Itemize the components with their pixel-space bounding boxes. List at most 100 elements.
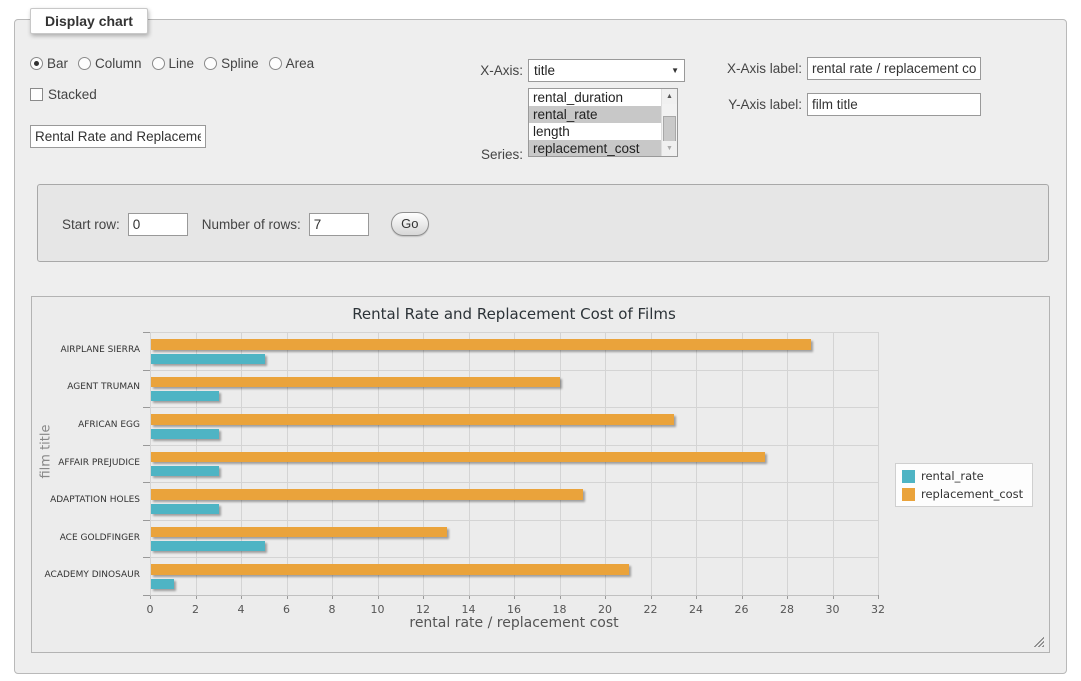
x-tick-label: 20 [598, 603, 612, 616]
x-tick-label: 30 [826, 603, 840, 616]
chart-type-column[interactable]: Column [78, 56, 142, 71]
y-tick-mark [143, 332, 150, 333]
resize-handle[interactable] [1034, 637, 1044, 647]
x-axis-select[interactable]: title ▼ [528, 59, 685, 82]
chart-type-label: Column [95, 56, 142, 71]
legend-label: replacement_cost [921, 487, 1023, 501]
bar-replacement_cost-ace-goldfinger [151, 527, 447, 538]
chart-type-label: Bar [47, 56, 68, 71]
y-tick-mark [143, 595, 150, 596]
chart-type-bar[interactable]: Bar [30, 56, 68, 71]
bar-rental_rate-affair-prejudice [151, 466, 219, 476]
gridline [560, 332, 561, 595]
x-tick-label: 16 [507, 603, 521, 616]
radio-icon[interactable] [152, 57, 165, 70]
radio-icon[interactable] [269, 57, 282, 70]
scrollbar-thumb[interactable] [663, 116, 676, 142]
chart-title: Rental Rate and Replacement Cost of Film… [150, 305, 878, 323]
bar-replacement_cost-african-egg [151, 414, 674, 425]
legend-swatch-icon [902, 470, 915, 483]
x-tick-label: 28 [780, 603, 794, 616]
legend-swatch-icon [902, 488, 915, 501]
category-label: ADAPTATION HOLES [32, 495, 140, 505]
series-listbox[interactable]: rental_durationrental_ratelengthreplacem… [528, 88, 678, 157]
y-tick-mark [143, 482, 150, 483]
x-tick-label: 14 [462, 603, 476, 616]
chart-panel: Rental Rate and Replacement Cost of Film… [31, 296, 1050, 653]
legend-item-replacement_cost[interactable]: replacement_cost [902, 487, 1023, 501]
category-label: ACADEMY DINOSAUR [32, 570, 140, 580]
chart-type-area[interactable]: Area [269, 56, 315, 71]
num-rows-input[interactable] [309, 213, 369, 236]
fieldset-legend: Display chart [30, 8, 148, 34]
chart-type-label: Area [286, 56, 315, 71]
x-tick-mark [878, 595, 879, 599]
x-axis-select-label: X-Axis: [455, 63, 523, 78]
y-axis-label-label: Y-Axis label: [675, 97, 802, 112]
radio-icon[interactable] [78, 57, 91, 70]
gridline [833, 332, 834, 595]
radio-icon[interactable] [204, 57, 217, 70]
num-rows-label: Number of rows: [202, 217, 301, 232]
bar-rental_rate-agent-truman [151, 391, 219, 401]
x-axis-label-label: X-Axis label: [675, 61, 802, 76]
y-tick-mark [143, 557, 150, 558]
radio-icon[interactable] [30, 57, 43, 70]
x-tick-label: 18 [553, 603, 567, 616]
chart-legend: rental_rate replacement_cost [895, 463, 1033, 507]
gridline [605, 332, 606, 595]
gridline [787, 332, 788, 595]
gridline [742, 332, 743, 595]
gridline [332, 332, 333, 595]
bar-rental_rate-adaptation-holes [151, 504, 219, 514]
stacked-row: Stacked [30, 87, 97, 102]
chart-type-line[interactable]: Line [152, 56, 195, 71]
bar-replacement_cost-academy-dinosaur [151, 564, 629, 575]
bar-replacement_cost-agent-truman [151, 377, 560, 388]
y-tick-mark [143, 407, 150, 408]
bar-rental_rate-academy-dinosaur [151, 579, 174, 589]
chart-y-axis-title: film title [39, 402, 54, 502]
gridline [196, 332, 197, 595]
series-options: rental_durationrental_ratelengthreplacem… [529, 89, 661, 156]
gridline [150, 332, 151, 595]
stacked-label: Stacked [48, 87, 97, 102]
series-label: Series: [455, 147, 523, 162]
gridline [378, 332, 379, 595]
category-label: AFRICAN EGG [32, 420, 140, 430]
x-tick-label: 0 [147, 603, 154, 616]
bar-rental_rate-airplane-sierra [151, 354, 265, 364]
y-tick-mark [143, 370, 150, 371]
series-option-length[interactable]: length [529, 123, 661, 140]
gridline [287, 332, 288, 595]
go-button[interactable]: Go [391, 212, 429, 236]
start-row-input[interactable] [128, 213, 188, 236]
gridline [651, 332, 652, 595]
y-axis-label-input[interactable] [807, 93, 981, 116]
category-label: ACE GOLDFINGER [32, 533, 140, 543]
x-tick-label: 26 [735, 603, 749, 616]
series-option-rental_duration[interactable]: rental_duration [529, 89, 661, 106]
gridline [878, 332, 879, 595]
gridline [150, 332, 878, 333]
chart-type-spline[interactable]: Spline [204, 56, 259, 71]
series-option-replacement_cost[interactable]: replacement_cost [529, 140, 661, 157]
bar-rental_rate-ace-goldfinger [151, 541, 265, 551]
x-axis-select-value: title [534, 63, 555, 78]
gridline [150, 520, 878, 521]
gridline [514, 332, 515, 595]
x-axis-label-input[interactable] [807, 57, 981, 80]
y-tick-mark [143, 520, 150, 521]
gridline [241, 332, 242, 595]
x-tick-label: 4 [238, 603, 245, 616]
stacked-checkbox[interactable] [30, 88, 43, 101]
series-option-rental_rate[interactable]: rental_rate [529, 106, 661, 123]
display-chart-fieldset: Display chart BarColumnLineSplineArea St… [14, 19, 1067, 674]
legend-item-rental_rate[interactable]: rental_rate [902, 469, 1023, 483]
chart-title-input[interactable] [30, 125, 206, 148]
scroll-down-icon[interactable]: ▼ [662, 141, 677, 156]
category-label: AIRPLANE SIERRA [32, 345, 140, 355]
legend-label: rental_rate [921, 469, 984, 483]
x-tick-label: 10 [371, 603, 385, 616]
gridline [150, 370, 878, 371]
